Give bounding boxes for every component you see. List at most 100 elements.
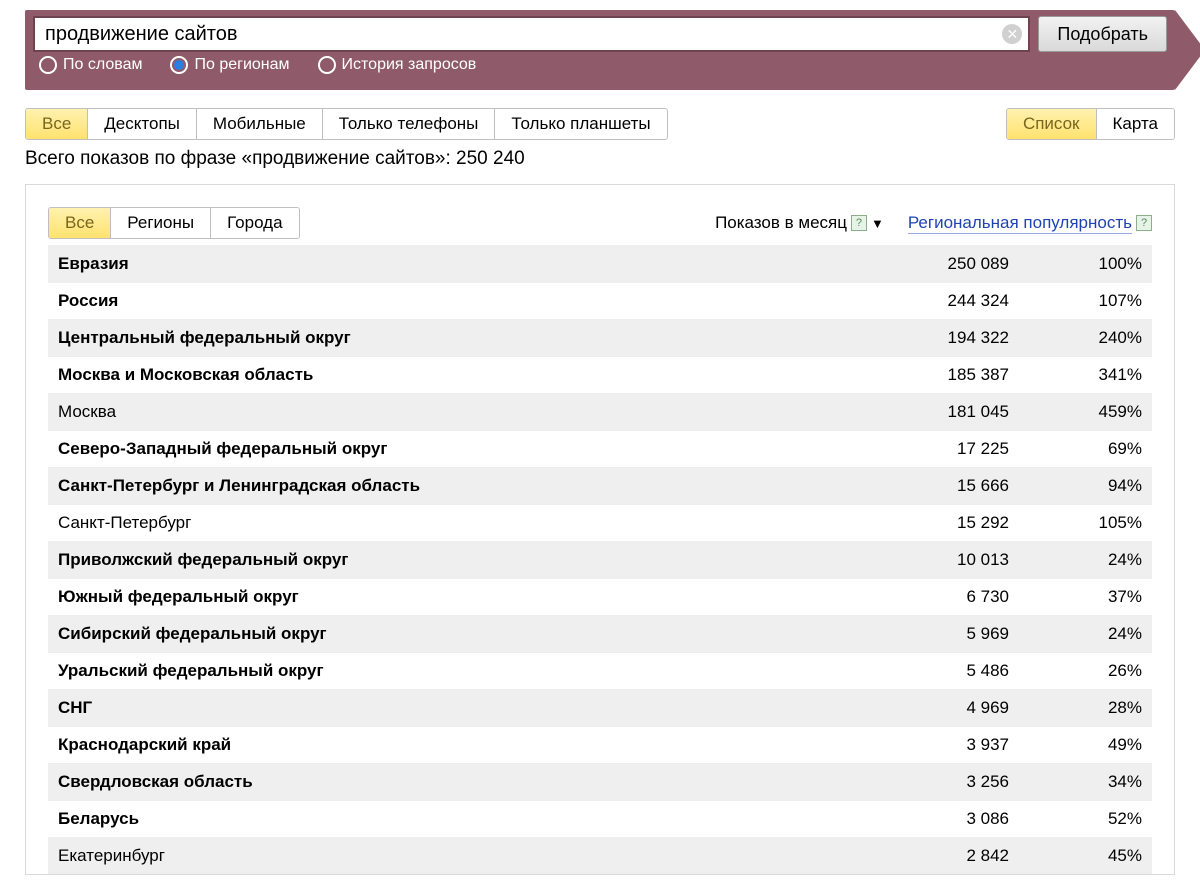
region-name: Беларусь: [48, 801, 848, 838]
impressions-value: 181 045: [848, 394, 1019, 431]
popularity-value: 69%: [1019, 431, 1152, 468]
region-name: Евразия: [48, 246, 848, 283]
table-row[interactable]: Санкт-Петербург15 292105%: [48, 505, 1152, 542]
table-row[interactable]: Россия244 324107%: [48, 283, 1152, 320]
clear-icon[interactable]: ✕: [1002, 24, 1022, 44]
table-row[interactable]: Центральный федеральный округ194 322240%: [48, 320, 1152, 357]
popularity-value: 34%: [1019, 764, 1152, 801]
popularity-value: 105%: [1019, 505, 1152, 542]
region-name: Центральный федеральный округ: [48, 320, 848, 357]
table-row[interactable]: Сибирский федеральный округ5 96924%: [48, 616, 1152, 653]
search-input[interactable]: [33, 16, 1030, 52]
impressions-value: 3 086: [848, 801, 1019, 838]
table-row[interactable]: Екатеринбург2 84245%: [48, 838, 1152, 875]
search-banner: ✕ Подобрать По словам По регионам Истори…: [25, 10, 1175, 90]
col-popularity-label: Региональная популярность: [908, 213, 1132, 234]
region-name: Санкт-Петербург и Ленинградская область: [48, 468, 848, 505]
impressions-value: 15 292: [848, 505, 1019, 542]
impressions-value: 5 969: [848, 616, 1019, 653]
help-icon[interactable]: ?: [851, 215, 867, 231]
table-row[interactable]: Приволжский федеральный округ10 01324%: [48, 542, 1152, 579]
table-row[interactable]: Беларусь3 08652%: [48, 801, 1152, 838]
radio-icon: [170, 56, 188, 74]
popularity-value: 459%: [1019, 394, 1152, 431]
submit-button[interactable]: Подобрать: [1038, 16, 1167, 52]
popularity-value: 26%: [1019, 653, 1152, 690]
popularity-value: 28%: [1019, 690, 1152, 727]
impressions-value: 194 322: [848, 320, 1019, 357]
device-tab-0[interactable]: Все: [26, 109, 88, 139]
radio-icon: [39, 56, 57, 74]
mode-words-label: По словам: [63, 56, 142, 74]
results-table: Евразия250 089100%Россия244 324107%Центр…: [48, 245, 1152, 874]
device-tabs: ВсеДесктопыМобильныеТолько телефоныТольк…: [25, 108, 668, 140]
region-name: Приволжский федеральный округ: [48, 542, 848, 579]
region-name: Уральский федеральный округ: [48, 653, 848, 690]
table-row[interactable]: Свердловская область3 25634%: [48, 764, 1152, 801]
impressions-value: 15 666: [848, 468, 1019, 505]
region-name: Северо-Западный федеральный округ: [48, 431, 848, 468]
popularity-value: 24%: [1019, 616, 1152, 653]
mode-regions-label: По регионам: [194, 56, 289, 74]
popularity-value: 107%: [1019, 283, 1152, 320]
table-row[interactable]: Краснодарский край3 93749%: [48, 727, 1152, 764]
impressions-value: 244 324: [848, 283, 1019, 320]
popularity-value: 52%: [1019, 801, 1152, 838]
popularity-value: 37%: [1019, 579, 1152, 616]
summary-text: Всего показов по фразе «продвижение сайт…: [25, 148, 1175, 170]
popularity-value: 49%: [1019, 727, 1152, 764]
results-panel: ВсеРегионыГорода Показов в месяц ? ▼ Рег…: [25, 184, 1175, 875]
mode-history-label: История запросов: [342, 56, 477, 74]
col-impressions-label: Показов в месяц: [715, 213, 847, 233]
impressions-value: 6 730: [848, 579, 1019, 616]
popularity-value: 100%: [1019, 246, 1152, 283]
region-name: Санкт-Петербург: [48, 505, 848, 542]
mode-history[interactable]: История запросов: [318, 56, 477, 74]
impressions-value: 250 089: [848, 246, 1019, 283]
view-tab-1[interactable]: Карта: [1097, 109, 1175, 139]
col-popularity[interactable]: Региональная популярность ?: [908, 213, 1152, 234]
help-icon[interactable]: ?: [1136, 215, 1152, 231]
popularity-value: 240%: [1019, 320, 1152, 357]
scope-tab-0[interactable]: Все: [49, 208, 111, 238]
region-name: Краснодарский край: [48, 727, 848, 764]
impressions-value: 10 013: [848, 542, 1019, 579]
table-row[interactable]: Южный федеральный округ6 73037%: [48, 579, 1152, 616]
view-tab-0[interactable]: Список: [1007, 109, 1097, 139]
impressions-value: 17 225: [848, 431, 1019, 468]
sort-desc-icon: ▼: [871, 216, 884, 231]
popularity-value: 341%: [1019, 357, 1152, 394]
impressions-value: 3 937: [848, 727, 1019, 764]
col-impressions[interactable]: Показов в месяц ? ▼: [715, 213, 884, 233]
radio-icon: [318, 56, 336, 74]
impressions-value: 185 387: [848, 357, 1019, 394]
view-tabs: СписокКарта: [1006, 108, 1175, 140]
region-name: Екатеринбург: [48, 838, 848, 875]
table-row[interactable]: Уральский федеральный округ5 48626%: [48, 653, 1152, 690]
scope-tabs: ВсеРегионыГорода: [48, 207, 300, 239]
mode-words[interactable]: По словам: [39, 56, 142, 74]
table-row[interactable]: Москва и Московская область185 387341%: [48, 357, 1152, 394]
region-name: СНГ: [48, 690, 848, 727]
scope-tab-1[interactable]: Регионы: [111, 208, 211, 238]
table-row[interactable]: Евразия250 089100%: [48, 246, 1152, 283]
table-row[interactable]: Северо-Западный федеральный округ17 2256…: [48, 431, 1152, 468]
scope-tab-2[interactable]: Города: [211, 208, 298, 238]
impressions-value: 2 842: [848, 838, 1019, 875]
region-name: Южный федеральный округ: [48, 579, 848, 616]
region-name: Сибирский федеральный округ: [48, 616, 848, 653]
popularity-value: 94%: [1019, 468, 1152, 505]
device-tab-2[interactable]: Мобильные: [197, 109, 323, 139]
impressions-value: 4 969: [848, 690, 1019, 727]
mode-regions[interactable]: По регионам: [170, 56, 289, 74]
device-tab-4[interactable]: Только планшеты: [495, 109, 666, 139]
region-name: Россия: [48, 283, 848, 320]
impressions-value: 3 256: [848, 764, 1019, 801]
impressions-value: 5 486: [848, 653, 1019, 690]
device-tab-1[interactable]: Десктопы: [88, 109, 197, 139]
device-tab-3[interactable]: Только телефоны: [323, 109, 496, 139]
region-name: Москва: [48, 394, 848, 431]
table-row[interactable]: СНГ4 96928%: [48, 690, 1152, 727]
table-row[interactable]: Санкт-Петербург и Ленинградская область1…: [48, 468, 1152, 505]
table-row[interactable]: Москва181 045459%: [48, 394, 1152, 431]
